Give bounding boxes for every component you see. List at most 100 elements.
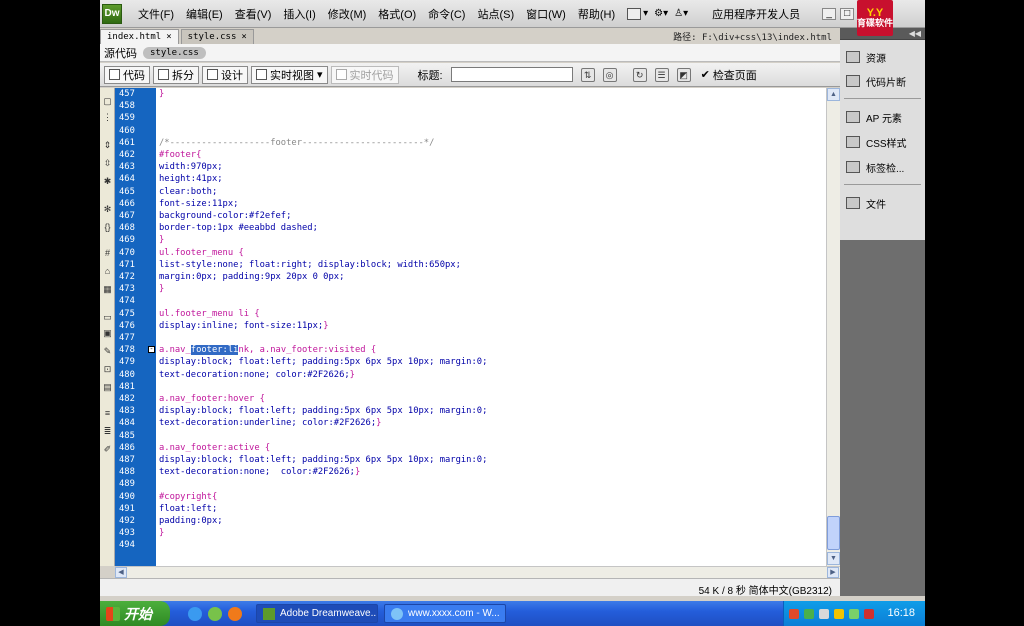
related-file-style-css[interactable]: style.css bbox=[143, 46, 206, 59]
panel-css-styles[interactable]: CSS样式 bbox=[846, 133, 907, 151]
line-number: 480 bbox=[119, 369, 135, 380]
outdent-code-icon[interactable]: ≣ bbox=[102, 426, 113, 436]
close-icon[interactable]: × bbox=[241, 32, 246, 42]
close-icon[interactable]: × bbox=[166, 32, 171, 42]
status-bar: 54 K / 8 秒 简体中文(GB2312) bbox=[100, 578, 840, 597]
line-number: 494 bbox=[119, 540, 135, 551]
scroll-thumb[interactable] bbox=[827, 516, 840, 550]
collapse-panels-icon[interactable]: ◀◀ bbox=[909, 28, 921, 39]
balance-braces-icon[interactable]: {} bbox=[102, 222, 113, 232]
menu-window[interactable]: 窗口(W) bbox=[520, 6, 572, 22]
tray-network-icon[interactable] bbox=[804, 608, 814, 619]
ie-quicklaunch-icon[interactable] bbox=[188, 606, 202, 621]
site-dropdown[interactable]: ♙ ▾ bbox=[674, 8, 688, 19]
panel-label: 文件 bbox=[866, 199, 886, 211]
panel-assets[interactable]: 资源 bbox=[846, 48, 886, 66]
files-icon bbox=[846, 197, 860, 209]
menu-modify[interactable]: 修改(M) bbox=[322, 6, 373, 22]
tray-shield-icon[interactable] bbox=[849, 608, 859, 619]
indent-code-icon[interactable]: ≡ bbox=[102, 408, 113, 418]
recent-snippets-icon[interactable]: ⊡ bbox=[102, 364, 113, 374]
visual-aids-icon[interactable]: ◩ bbox=[676, 67, 691, 82]
file-management-icon[interactable]: ⇅ bbox=[580, 67, 595, 82]
tray-ime-icon[interactable] bbox=[819, 608, 829, 619]
tray-volume-icon[interactable] bbox=[834, 608, 844, 619]
remove-comment-icon[interactable]: ▣ bbox=[102, 328, 113, 338]
design-view-button[interactable]: 设计 bbox=[202, 65, 248, 84]
menu-insert[interactable]: 插入(I) bbox=[277, 6, 321, 22]
code-line: 462 #footer{ bbox=[115, 149, 815, 161]
horizontal-scrollbar[interactable]: ◀ ▶ bbox=[115, 566, 840, 578]
title-input[interactable] bbox=[450, 67, 573, 82]
code-token: } bbox=[159, 235, 165, 246]
panel-tag-inspector[interactable]: 标签检... bbox=[846, 158, 904, 176]
firefox-quicklaunch-icon[interactable] bbox=[228, 606, 242, 621]
preview-browser-icon[interactable]: ◎ bbox=[602, 67, 617, 82]
collapse-tag-icon[interactable]: ⇕ bbox=[102, 140, 113, 150]
split-view-button[interactable]: 拆分 bbox=[153, 65, 199, 84]
code-token: width:970px; bbox=[159, 162, 223, 173]
select-parent-tag-icon[interactable]: ✻ bbox=[102, 204, 113, 214]
expand-all-icon[interactable]: ✱ bbox=[102, 176, 113, 186]
scroll-up-icon[interactable]: ▲ bbox=[827, 88, 840, 101]
brand-mark: Y.Y bbox=[866, 6, 884, 19]
task-browser[interactable]: www.xxxx.com - W... bbox=[384, 604, 506, 623]
fold-toggle-icon[interactable]: - bbox=[148, 346, 155, 354]
view-options-icon[interactable]: ☰ bbox=[654, 67, 669, 82]
menu-site[interactable]: 站点(S) bbox=[471, 6, 520, 22]
live-view-button[interactable]: 实时视图 ▾ bbox=[251, 65, 328, 84]
code-text: background-color:#f2efef; bbox=[159, 210, 291, 222]
highlight-invalid-code-icon[interactable]: ⌂ bbox=[102, 266, 113, 276]
code-line: 488 text-decoration:none; color:#2F2626;} bbox=[115, 466, 815, 478]
minimize-icon[interactable]: _ bbox=[822, 7, 837, 20]
show-code-navigator-icon[interactable]: ⋮ bbox=[102, 112, 113, 122]
chevron-down-icon[interactable]: ▾ bbox=[317, 68, 323, 81]
panel-ap-elements[interactable]: AP 元素 bbox=[846, 108, 902, 126]
tab-style-css[interactable]: style.css × bbox=[180, 29, 254, 44]
tray-antivirus-icon[interactable] bbox=[789, 608, 799, 619]
move-css-icon[interactable]: ▤ bbox=[102, 382, 113, 392]
scroll-down-icon[interactable]: ▼ bbox=[827, 552, 840, 565]
syntax-error-icon[interactable]: ▦ bbox=[102, 284, 113, 294]
source-code-link[interactable]: 源代码 bbox=[104, 45, 137, 61]
menu-view[interactable]: 查看(V) bbox=[229, 6, 278, 22]
menu-file[interactable]: 文件(F) bbox=[132, 6, 180, 22]
format-source-icon[interactable]: ✐ bbox=[102, 444, 113, 454]
layout-dropdown[interactable]: ▾ bbox=[627, 7, 648, 20]
code-text: display:inline; font-size:11px;} bbox=[159, 320, 328, 332]
refresh-icon[interactable]: ↻ bbox=[632, 67, 647, 82]
extend-dropdown[interactable]: ⚙ ▾ bbox=[654, 8, 668, 19]
tray-update-icon[interactable] bbox=[864, 608, 874, 619]
menu-help[interactable]: 帮助(H) bbox=[572, 6, 621, 22]
panel-snippets[interactable]: 代码片断 bbox=[846, 72, 906, 90]
menu-commands[interactable]: 命令(C) bbox=[422, 6, 471, 22]
live-code-button[interactable]: 实时代码 bbox=[330, 65, 399, 84]
panel-files[interactable]: 文件 bbox=[846, 194, 886, 212]
collapse-selection-icon[interactable]: ⇳ bbox=[102, 158, 113, 168]
code-line: 492 padding:0px; bbox=[115, 515, 815, 527]
scroll-left-icon[interactable]: ◀ bbox=[115, 567, 127, 578]
vertical-scrollbar[interactable]: ▲ ▼ bbox=[826, 88, 840, 566]
workspace-switcher[interactable]: 应用程序开发人员 bbox=[712, 6, 800, 22]
scroll-right-icon[interactable]: ▶ bbox=[827, 567, 839, 578]
task-dreamweaver[interactable]: Adobe Dreamweave... bbox=[256, 604, 378, 623]
menu-edit[interactable]: 编辑(E) bbox=[180, 6, 229, 22]
tab-index-html[interactable]: index.html × bbox=[100, 29, 179, 44]
wrap-tag-icon[interactable]: ✎ bbox=[102, 346, 113, 356]
desktop-quicklaunch-icon[interactable] bbox=[208, 606, 222, 621]
document-toolbar: 代码 拆分 设计 实时视图 ▾ 实时代码 标题: ⇅ ◎ ↻ ☰ ◩ ✔ 检查页面 bbox=[100, 63, 840, 87]
line-numbers-icon[interactable]: # bbox=[102, 248, 113, 258]
ap-elements-icon bbox=[846, 111, 860, 123]
line-number: 483 bbox=[119, 406, 135, 417]
apply-comment-icon[interactable]: ▭ bbox=[102, 312, 113, 322]
code-token: } bbox=[159, 528, 165, 539]
code-line: 470 ul.footer_menu { bbox=[115, 247, 815, 259]
code-view-button[interactable]: 代码 bbox=[104, 65, 150, 84]
code-editor[interactable]: 457} 458 459 460 461/*-------------------foo… bbox=[115, 88, 826, 566]
start-button[interactable]: 开始 bbox=[100, 601, 170, 626]
open-documents-icon[interactable]: ▢ bbox=[102, 96, 113, 106]
check-page-button[interactable]: ✔ 检查页面 bbox=[701, 67, 757, 83]
code-text: #copyright{ bbox=[159, 491, 217, 503]
maximize-icon[interactable]: □ bbox=[840, 7, 855, 20]
menu-format[interactable]: 格式(O) bbox=[372, 6, 422, 22]
